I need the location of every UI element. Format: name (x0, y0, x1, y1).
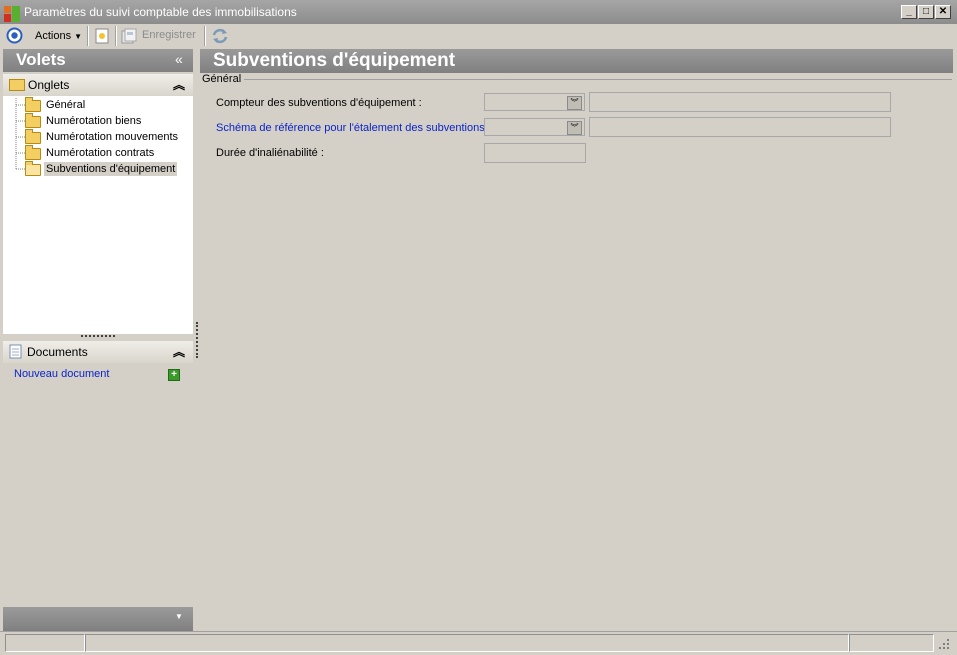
status-panel (849, 634, 934, 652)
toolbar-separator (204, 26, 206, 46)
refresh-icon[interactable] (211, 27, 229, 45)
toolbar-separator (87, 26, 89, 46)
compteur-description-field[interactable] (589, 92, 891, 112)
onglets-title: Onglets (28, 78, 70, 92)
schema-reference-combo[interactable]: ︾ (484, 118, 585, 136)
toolbar: Actions ▼ Enregistrer (0, 24, 957, 48)
splitter-grip-icon (81, 335, 115, 339)
onglets-tree: Général Numérotation biens Numérotation … (3, 96, 193, 334)
close-button[interactable]: ✕ (935, 5, 951, 19)
tree-item-label: Numérotation contrats (46, 147, 155, 159)
window-title-bar[interactable]: Paramètres du suivi comptable des immobi… (0, 0, 957, 25)
actions-menu[interactable]: Actions ▼ (28, 24, 82, 48)
page-header: Subventions d'équipement (200, 49, 953, 73)
maximize-button[interactable]: □ (918, 5, 934, 19)
new-document-link[interactable]: Nouveau document (14, 368, 109, 380)
document-icon (9, 344, 22, 359)
resize-grip-icon[interactable] (938, 638, 950, 650)
status-bar (0, 631, 957, 655)
volets-title: Volets (16, 50, 66, 69)
double-chevron-down-icon[interactable]: ︾ (567, 96, 582, 110)
vertical-splitter-grip[interactable] (196, 322, 200, 358)
onglets-section-header[interactable]: Onglets ︽ (3, 74, 193, 96)
documents-section-header[interactable]: Documents ︽ (3, 341, 193, 363)
group-label: Général (202, 73, 245, 85)
duree-inalienabilite-field[interactable] (484, 143, 586, 163)
status-panel (5, 634, 85, 652)
tree-item-label: Général (46, 99, 86, 111)
save-icon (121, 28, 137, 44)
left-pane-footer[interactable]: ▼ (3, 607, 193, 631)
compteur-label: Compteur des subventions d'équipement : (216, 97, 422, 109)
add-icon[interactable]: + (168, 369, 180, 381)
folder-icon (25, 97, 41, 112)
volets-header: Volets « (3, 49, 193, 72)
dropdown-arrow-icon: ▼ (74, 32, 83, 41)
navigation-circle-icon[interactable] (6, 27, 23, 44)
open-folder-icon (25, 161, 41, 176)
tree-item-label: Subventions d'équipement (44, 162, 178, 176)
pane-splitter[interactable] (3, 334, 193, 340)
folder-icon (25, 113, 41, 128)
collapse-section-icon[interactable]: ︽ (173, 76, 185, 93)
collapse-section-icon[interactable]: ︽ (173, 343, 185, 360)
page-title: Subventions d'équipement (213, 50, 456, 71)
collapse-pane-icon[interactable]: « (175, 51, 183, 67)
toolbar-separator (115, 26, 117, 46)
compteur-combo[interactable]: ︾ (484, 93, 585, 111)
status-panel (85, 634, 849, 652)
duree-inalienabilite-label: Durée d'inaliénabilité : (216, 147, 324, 159)
folder-icon (25, 129, 41, 144)
double-chevron-down-icon[interactable]: ︾ (567, 121, 582, 135)
group-divider (202, 79, 952, 81)
tree-item-label: Numérotation biens (46, 115, 142, 127)
new-document-icon[interactable] (95, 28, 109, 44)
chevron-down-icon[interactable]: ▼ (175, 612, 183, 621)
schema-reference-description-field[interactable] (589, 117, 891, 137)
schema-reference-label[interactable]: Schéma de référence pour l'étalement des… (216, 122, 491, 134)
tree-item-label: Numérotation mouvements (46, 131, 179, 143)
app-icon (4, 6, 20, 22)
folder-icon (9, 79, 25, 91)
minimize-button[interactable]: _ (901, 5, 917, 19)
window-title: Paramètres du suivi comptable des immobi… (24, 5, 297, 19)
save-button[interactable]: Enregistrer (142, 29, 196, 41)
documents-title: Documents (27, 345, 88, 359)
folder-icon (25, 145, 41, 160)
actions-label: Actions (35, 30, 72, 42)
